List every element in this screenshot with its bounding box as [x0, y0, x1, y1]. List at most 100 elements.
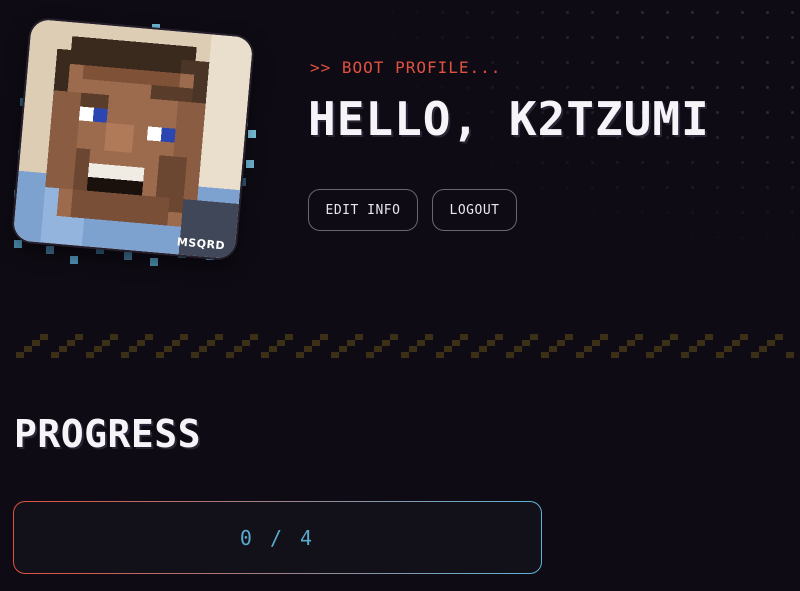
divider-pixel: [156, 352, 164, 358]
divider-pixel: [172, 340, 180, 346]
divider-pixel: [611, 352, 619, 358]
divider-pixel: [767, 340, 775, 346]
divider-pixel: [320, 334, 328, 340]
divider-pixel: [786, 352, 794, 358]
divider-pixel: [549, 346, 557, 352]
divider-pixel: [522, 340, 530, 346]
divider-pixel: [304, 346, 312, 352]
divider-pixel: [740, 334, 748, 340]
pixel-particle: [70, 256, 78, 264]
progress-counter: 0 / 4: [13, 501, 542, 574]
divider-pixel: [592, 340, 600, 346]
divider-pixel: [600, 334, 608, 340]
divider-pixel: [452, 340, 460, 346]
divider-pixel: [541, 352, 549, 358]
divider-pixel: [681, 352, 689, 358]
divider-pixel: [51, 352, 59, 358]
avatar: MSQRD: [12, 18, 254, 260]
divider-pixel: [401, 352, 409, 358]
divider-pixel: [619, 346, 627, 352]
divider-pixel: [514, 346, 522, 352]
divider-pixel: [495, 334, 503, 340]
divider-pixel: [67, 340, 75, 346]
divider-pixel: [261, 352, 269, 358]
divider-pixel: [417, 340, 425, 346]
progress-count-text: 0 / 4: [239, 525, 316, 550]
divider-pixel: [425, 334, 433, 340]
divider-pixel: [705, 334, 713, 340]
pixel-particle: [150, 258, 158, 266]
divider-pixel: [646, 352, 654, 358]
divider-pixel: [129, 346, 137, 352]
divider-pixel: [697, 340, 705, 346]
divider-pixel: [250, 334, 258, 340]
divider-pixel: [576, 352, 584, 358]
divider-pixel: [530, 334, 538, 340]
divider-pixel: [145, 334, 153, 340]
logout-button[interactable]: LOGOUT: [432, 189, 517, 231]
progress-heading: PROGRESS: [14, 412, 202, 456]
divider-pixel: [759, 346, 767, 352]
divider-pixel: [285, 334, 293, 340]
pixel-particle: [46, 246, 54, 254]
divider-pixel: [180, 334, 188, 340]
divider-pixel: [506, 352, 514, 358]
divider-pixel: [242, 340, 250, 346]
divider-pixel: [121, 352, 129, 358]
divider-pixel: [565, 334, 573, 340]
divider-pixel: [471, 352, 479, 358]
divider-pixel: [355, 334, 363, 340]
divider-pixel: [94, 346, 102, 352]
divider-pixel: [627, 340, 635, 346]
divider-pixel: [366, 352, 374, 358]
divider-pixel: [226, 352, 234, 358]
divider-pixel: [374, 346, 382, 352]
divider-pixel: [59, 346, 67, 352]
divider-pixel: [662, 340, 670, 346]
divider-pixel: [110, 334, 118, 340]
divider-pixel: [724, 346, 732, 352]
divider-pixel: [436, 352, 444, 358]
divider-pixel: [347, 340, 355, 346]
divider-pixel: [635, 334, 643, 340]
divider-pixel: [775, 334, 783, 340]
divider-pixel: [584, 346, 592, 352]
divider-pixel: [191, 352, 199, 358]
divider-pixel: [40, 334, 48, 340]
divider-pixel: [460, 334, 468, 340]
divider-pixel: [487, 340, 495, 346]
pixel-particle: [14, 240, 22, 248]
pixel-particle: [246, 160, 254, 168]
divider-pixel: [444, 346, 452, 352]
divider-pixel: [716, 352, 724, 358]
boot-status-text: >> BOOT PROFILE...: [310, 58, 502, 77]
divider-pixel: [751, 352, 759, 358]
edit-info-button[interactable]: EDIT INFO: [308, 189, 418, 231]
divider-pixel: [339, 346, 347, 352]
divider-pixel: [732, 340, 740, 346]
divider-pixel: [269, 346, 277, 352]
divider-pixel: [32, 340, 40, 346]
divider-pixel: [390, 334, 398, 340]
divider-pixel: [199, 346, 207, 352]
pixel-divider: [16, 334, 794, 358]
divider-pixel: [312, 340, 320, 346]
divider-pixel: [207, 340, 215, 346]
divider-pixel: [654, 346, 662, 352]
divider-pixel: [382, 340, 390, 346]
divider-pixel: [164, 346, 172, 352]
divider-pixel: [137, 340, 145, 346]
divider-pixel: [670, 334, 678, 340]
divider-pixel: [86, 352, 94, 358]
greeting-title: HELLO, K2TZUMI: [308, 92, 710, 146]
divider-pixel: [689, 346, 697, 352]
divider-pixel: [215, 334, 223, 340]
divider-pixel: [409, 346, 417, 352]
divider-pixel: [75, 334, 83, 340]
divider-pixel: [16, 352, 24, 358]
pixel-particle: [124, 252, 132, 260]
divider-pixel: [102, 340, 110, 346]
divider-pixel: [234, 346, 242, 352]
divider-pixel: [277, 340, 285, 346]
divider-pixel: [296, 352, 304, 358]
